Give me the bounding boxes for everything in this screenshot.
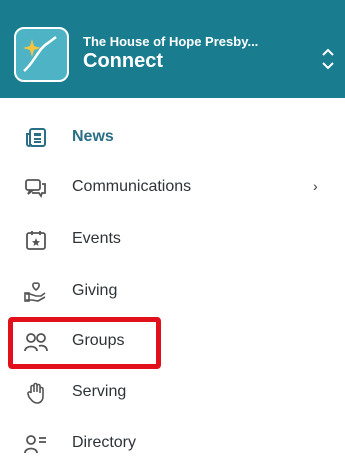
groups-highlight-box — [8, 317, 161, 369]
sidebar-item-label: Giving — [72, 282, 118, 299]
chevron-right-icon[interactable]: › — [313, 178, 318, 194]
calendar-star-icon — [24, 229, 48, 251]
sidebar-item-serving[interactable]: Serving — [0, 373, 345, 413]
app-logo[interactable] — [14, 27, 69, 82]
sidebar-item-giving[interactable]: Giving — [0, 272, 345, 312]
raised-hand-icon — [24, 382, 48, 404]
organization-name[interactable]: The House of Hope Presby... — [83, 34, 318, 49]
sidebar-item-directory[interactable]: Directory — [0, 424, 345, 464]
sidebar-item-label: Communications — [72, 178, 192, 195]
sidebar-item-events[interactable]: Events — [0, 220, 345, 260]
news-icon — [24, 127, 48, 149]
hand-heart-icon — [24, 281, 48, 303]
sidebar-item-label: Directory — [72, 434, 137, 451]
person-list-icon — [24, 433, 48, 455]
sidebar-item-communications[interactable]: Communications › — [0, 168, 345, 208]
sidebar-item-news[interactable]: News — [0, 118, 345, 158]
sidebar-item-label: Serving — [72, 383, 127, 400]
app-name[interactable]: Connect — [83, 50, 163, 73]
sparkle-chart-icon — [23, 36, 57, 72]
sidebar-item-label: Events — [72, 230, 121, 247]
chat-icon — [24, 177, 48, 199]
app-header: The House of Hope Presby... Connect — [0, 0, 345, 98]
sidebar-item-label: News — [72, 128, 114, 145]
up-down-chevron-icon[interactable] — [318, 44, 338, 74]
